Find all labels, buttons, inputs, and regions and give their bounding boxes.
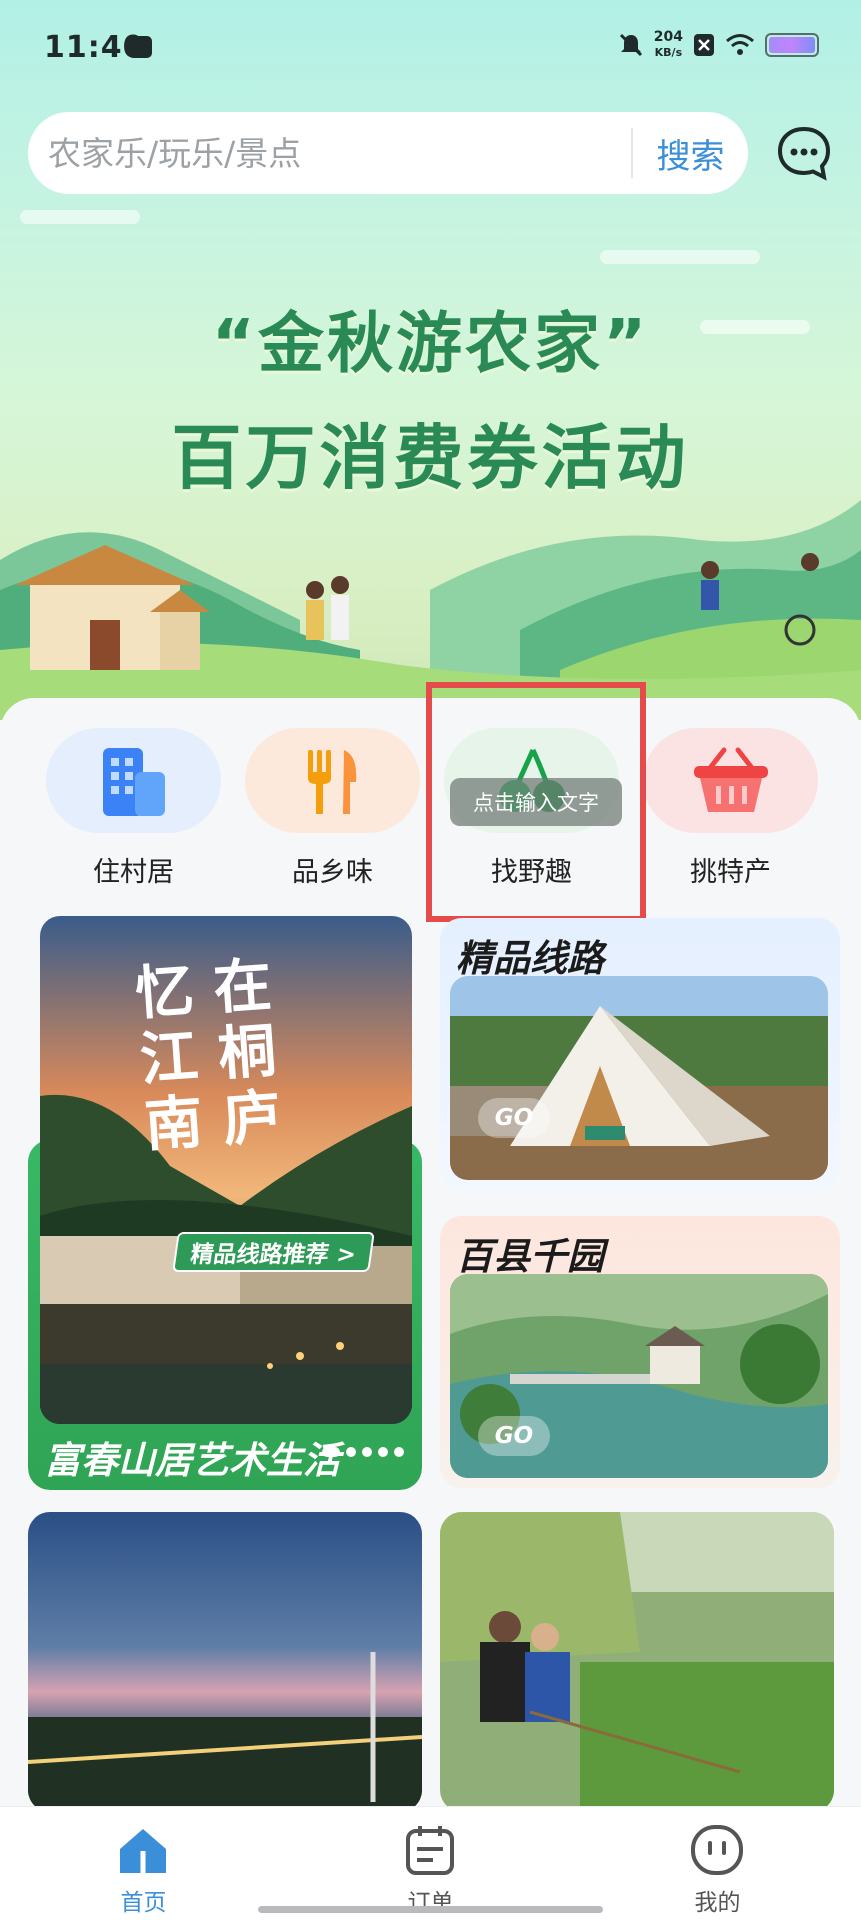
nav-label: 我的	[694, 1890, 741, 1916]
net-speed: 204 KB/s	[654, 30, 683, 60]
photo-card[interactable]	[28, 1512, 422, 1812]
category-food[interactable]: 品乡味	[245, 728, 420, 888]
battery-icon	[765, 33, 819, 57]
carousel-dot	[362, 1447, 372, 1457]
counties-card[interactable]: 百县千园 GO	[440, 1216, 840, 1488]
calendar-icon	[406, 1826, 454, 1875]
home-icon	[120, 1829, 166, 1873]
poster-char: 桐	[215, 1016, 279, 1089]
bottom-nav: 首页 订单 我的	[0, 1806, 861, 1920]
fork-knife-icon	[307, 749, 356, 814]
fishing-photo	[440, 1512, 834, 1812]
basket-icon	[693, 747, 768, 812]
search-bar: 搜索	[28, 112, 748, 194]
edit-text-tooltip[interactable]: 点击输入文字	[450, 778, 622, 826]
nav-orders[interactable]: 订单	[287, 1807, 574, 1920]
banner-title-line1: “金秋游农家”	[211, 305, 650, 382]
route-card-title: 精品线路	[456, 937, 604, 980]
counties-card-title: 百县千园	[456, 1235, 604, 1278]
search-input[interactable]	[28, 112, 631, 194]
cloud-decoration	[600, 250, 760, 264]
category-label: 住村居	[93, 857, 174, 888]
sim-off-icon	[694, 34, 714, 56]
status-bar: 11:40 204 KB/s	[0, 0, 861, 100]
banner-title-line2: 百万消费券活动	[171, 417, 690, 499]
chat-bubble-icon[interactable]	[776, 125, 832, 181]
building-icon	[102, 747, 165, 816]
category-stay[interactable]: 住村居	[46, 728, 221, 888]
carousel-dot	[322, 1447, 340, 1457]
message-icon	[128, 36, 152, 58]
poster-text: 忆 在 江 桐 南 庐	[133, 950, 284, 1160]
wifi-icon	[726, 34, 754, 55]
carousel-dot	[394, 1447, 404, 1457]
category-products[interactable]: 挑特产	[643, 728, 818, 888]
carousel-dots	[322, 1447, 404, 1457]
search-button[interactable]: 搜索	[633, 129, 748, 178]
tent-illustration	[450, 976, 828, 1180]
route-recommend-tag[interactable]: 精品线路推荐 >	[172, 1232, 376, 1272]
photo-card[interactable]	[440, 1512, 834, 1812]
category-bubble	[245, 728, 420, 833]
nav-label: 首页	[120, 1890, 167, 1916]
featured-caption: 富春山居艺术生活	[44, 1439, 340, 1482]
poster-char: 在	[211, 950, 274, 1023]
route-card[interactable]: 精品线路 GO	[440, 918, 840, 1190]
counties-card-photo: GO	[450, 1274, 828, 1478]
featured-card[interactable]: 忆 在 江 桐 南 庐 富春山居艺术生活	[28, 910, 422, 1490]
go-button[interactable]: GO	[478, 1098, 550, 1138]
go-button[interactable]: GO	[478, 1416, 550, 1456]
poster-char: 江	[137, 1021, 201, 1094]
home-indicator[interactable]	[258, 1906, 603, 1913]
poster-char: 忆	[133, 955, 196, 1028]
net-speed-value: 204	[653, 29, 683, 45]
carousel-dot	[346, 1447, 356, 1457]
carousel-dot	[378, 1447, 388, 1457]
face-icon	[691, 1825, 743, 1875]
nav-mine[interactable]: 我的	[574, 1807, 861, 1920]
cloud-decoration	[20, 210, 140, 224]
category-bubble	[46, 728, 221, 833]
poster-char: 南	[142, 1087, 206, 1160]
route-card-photo: GO	[450, 976, 828, 1180]
category-bubble	[643, 728, 818, 833]
poster-char: 庐	[220, 1082, 284, 1155]
category-label: 挑特产	[690, 857, 771, 888]
nav-home[interactable]: 首页	[0, 1807, 287, 1920]
net-speed-unit: KB/s	[654, 46, 683, 59]
sunset-photo	[28, 1512, 422, 1812]
mute-icon	[619, 33, 642, 57]
category-label: 品乡味	[292, 857, 373, 888]
featured-photo: 忆 在 江 桐 南 庐	[40, 916, 412, 1424]
